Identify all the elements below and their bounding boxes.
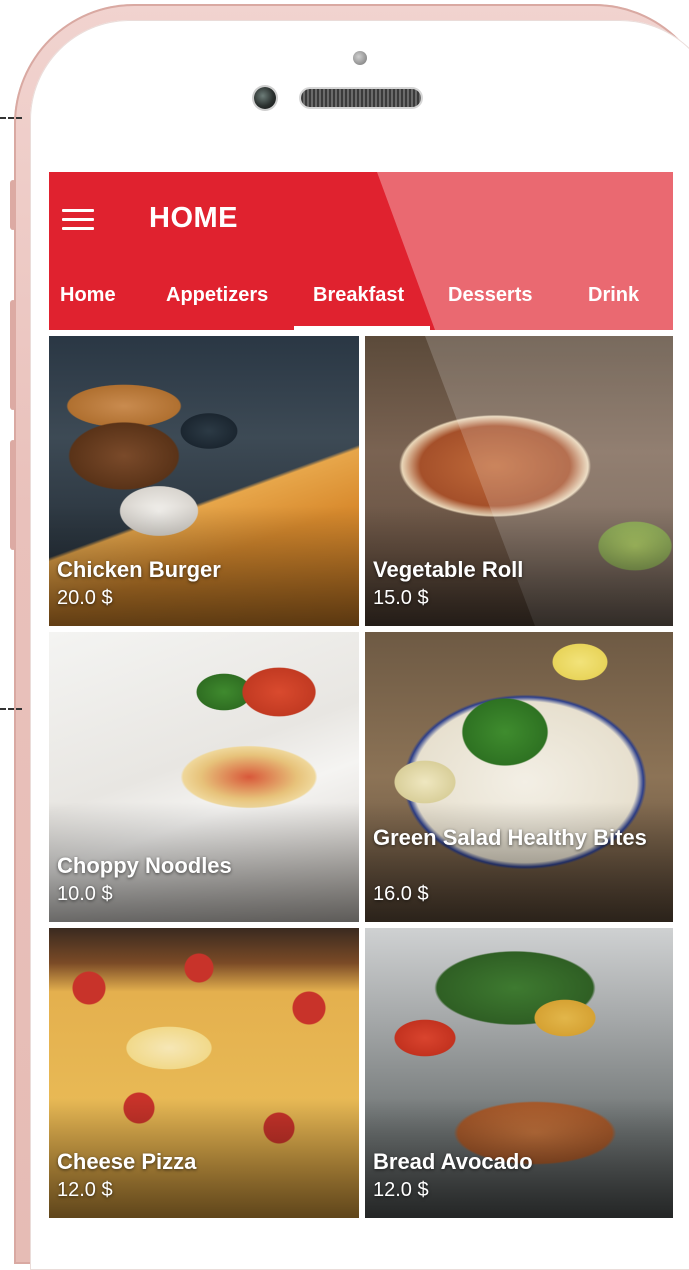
food-card-cheese-pizza[interactable]: Cheese Pizza 12.0 $: [49, 928, 359, 1218]
page-title: HOME: [149, 202, 238, 234]
food-price: 10.0 $: [57, 883, 113, 905]
tab-appetizers[interactable]: Appetizers: [166, 284, 268, 307]
tab-drink[interactable]: Drink: [588, 284, 639, 307]
food-card-vegetable-roll[interactable]: Vegetable Roll 15.0 $: [365, 336, 673, 626]
guide-line: [0, 708, 22, 710]
hamburger-menu-icon[interactable]: [62, 209, 94, 231]
food-price: 16.0 $: [373, 883, 429, 905]
tab-home[interactable]: Home: [60, 284, 116, 307]
food-card-green-salad[interactable]: Green Salad Healthy Bites 16.0 $: [365, 632, 673, 922]
phone-side-button: [10, 180, 16, 230]
app-screen: HOME Home Appetizers Breakfast Desserts …: [49, 172, 673, 1232]
food-name: Green Salad Healthy Bites: [373, 825, 647, 850]
phone-side-button: [10, 440, 16, 550]
food-name: Chicken Burger: [57, 557, 221, 582]
selected-tab-indicator: [294, 326, 430, 330]
food-price: 15.0 $: [373, 587, 429, 609]
guide-line: [0, 117, 22, 119]
earpiece-speaker: [301, 89, 421, 107]
food-card-bread-avocado[interactable]: Bread Avocado 12.0 $: [365, 928, 673, 1218]
front-camera: [254, 87, 276, 109]
food-name: Choppy Noodles: [57, 853, 232, 878]
food-price: 20.0 $: [57, 587, 113, 609]
food-name: Cheese Pizza: [57, 1149, 197, 1174]
food-name: Vegetable Roll: [373, 557, 524, 582]
proximity-sensor: [353, 51, 367, 65]
category-tabs: Home Appetizers Breakfast Desserts Drink: [49, 270, 673, 330]
food-card-choppy-noodles[interactable]: Choppy Noodles 10.0 $: [49, 632, 359, 922]
phone-side-button: [10, 300, 16, 410]
food-price: 12.0 $: [373, 1179, 429, 1201]
app-bar: HOME Home Appetizers Breakfast Desserts …: [49, 172, 673, 330]
food-price: 12.0 $: [57, 1179, 113, 1201]
food-name: Bread Avocado: [373, 1149, 533, 1174]
tab-breakfast[interactable]: Breakfast: [313, 284, 404, 307]
tab-desserts[interactable]: Desserts: [448, 284, 533, 307]
food-card-chicken-burger[interactable]: Chicken Burger 20.0 $: [49, 336, 359, 626]
